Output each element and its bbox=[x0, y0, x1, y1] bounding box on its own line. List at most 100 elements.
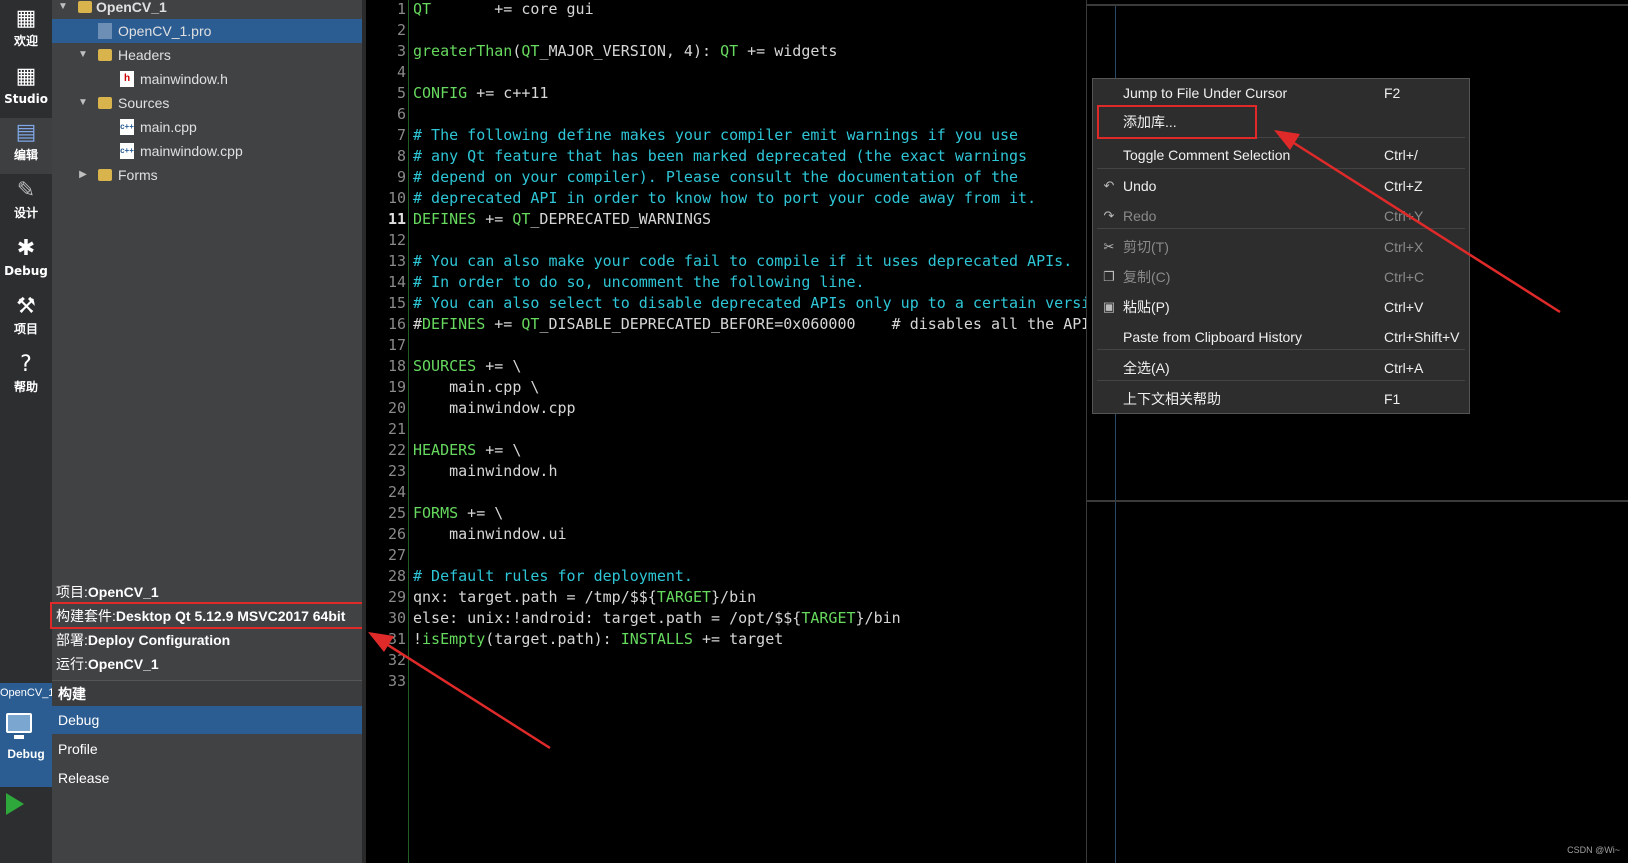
line-number: 13 bbox=[387, 252, 406, 270]
line-number: 20 bbox=[387, 399, 406, 417]
folder-icon bbox=[98, 49, 112, 61]
chevron-down-icon[interactable]: ▼ bbox=[76, 43, 90, 67]
menu-item[interactable]: Toggle Comment Selection Ctrl+/ bbox=[1093, 140, 1469, 170]
mode-label: 项目 bbox=[13, 322, 38, 336]
target-project-value: OpenCV_1 bbox=[87, 584, 159, 600]
target-run-value: OpenCV_1 bbox=[87, 656, 159, 672]
code-line: # In order to do so, uncomment the follo… bbox=[413, 273, 865, 291]
monitor-stand bbox=[14, 735, 24, 739]
chevron-down-icon[interactable]: ▼ bbox=[76, 91, 90, 115]
watermark: CSDN @Wi~ bbox=[1567, 845, 1620, 855]
mode-projects[interactable]: ⚒ 项目 bbox=[0, 292, 52, 348]
menu-item-shortcut: Ctrl+X bbox=[1384, 239, 1424, 255]
code-line: qnx: target.path = /tmp/$${TARGET}/bin bbox=[413, 588, 757, 606]
tree-label: Headers bbox=[118, 47, 171, 63]
menu-item-label: 上下文相关帮助 bbox=[1123, 391, 1221, 407]
redo-icon: ↷ bbox=[1103, 208, 1115, 223]
menu-item[interactable]: ↶ Undo Ctrl+Z bbox=[1093, 171, 1469, 201]
menu-item-shortcut: F1 bbox=[1384, 391, 1401, 407]
cpp-file-icon: c++ bbox=[120, 119, 134, 135]
mode-design[interactable]: ✎ 设计 bbox=[0, 176, 52, 232]
menu-item-label: 复制(C) bbox=[1123, 269, 1171, 285]
tree-label: main.cpp bbox=[140, 119, 197, 135]
line-number: 27 bbox=[387, 546, 406, 564]
tree-item-forms[interactable]: ▶ Forms bbox=[52, 163, 362, 187]
target-project: 项目:OpenCV_1 bbox=[56, 580, 159, 604]
tree-item-sources[interactable]: ▼ Sources bbox=[52, 91, 362, 115]
line-number: 3 bbox=[396, 42, 406, 60]
document-icon: ▤ bbox=[15, 120, 37, 145]
menu-item[interactable]: Paste from Clipboard History Ctrl+Shift+V bbox=[1093, 322, 1469, 352]
grid-icon: ▦ bbox=[15, 6, 37, 31]
target-deploy[interactable]: 部署:Deploy Configuration bbox=[56, 628, 230, 652]
pro-file-icon bbox=[98, 23, 112, 39]
mode-help[interactable]: ? 帮助 bbox=[0, 350, 52, 406]
line-number: 11 bbox=[387, 210, 406, 228]
tree-item-pro-file[interactable]: OpenCV_1.pro bbox=[52, 19, 362, 43]
line-number: 14 bbox=[387, 273, 406, 291]
tree-item-project[interactable]: ▼ OpenCV_1 bbox=[52, 0, 362, 19]
line-number: 19 bbox=[387, 378, 406, 396]
target-project-label: 项目: bbox=[56, 584, 88, 600]
tree-item-header-file[interactable]: h mainwindow.h bbox=[52, 67, 362, 91]
code-line: !isEmpty(target.path): INSTALLS += targe… bbox=[413, 630, 784, 648]
run-icon[interactable] bbox=[6, 793, 24, 815]
menu-item[interactable]: ▣ 粘贴(P) Ctrl+V bbox=[1093, 292, 1469, 322]
chevron-right-icon[interactable]: ▶ bbox=[76, 163, 90, 187]
annotation-box-kit bbox=[50, 602, 364, 629]
build-option-debug[interactable]: Debug bbox=[52, 706, 366, 734]
mode-label: Debug bbox=[4, 264, 48, 278]
code-line: else: unix:!android: target.path = /opt/… bbox=[413, 609, 901, 627]
menu-item[interactable]: ✂ 剪切(T) Ctrl+X bbox=[1093, 232, 1469, 262]
line-number: 33 bbox=[387, 672, 406, 690]
undo-icon: ↶ bbox=[1103, 178, 1115, 193]
mode-debug[interactable]: ✱ Debug bbox=[0, 234, 52, 290]
menu-item-label: 剪切(T) bbox=[1123, 239, 1169, 255]
line-number: 31 bbox=[387, 630, 406, 648]
target-run[interactable]: 运行:OpenCV_1 bbox=[56, 652, 159, 676]
bug-icon: ✱ bbox=[16, 236, 36, 261]
code-line: DEFINES += QT_DEPRECATED_WARNINGS bbox=[413, 210, 712, 228]
monitor-icon bbox=[6, 713, 32, 733]
tree-item-main-cpp[interactable]: c++ main.cpp bbox=[52, 115, 362, 139]
mode-label: 设计 bbox=[13, 206, 38, 220]
mode-label: 欢迎 bbox=[13, 34, 38, 48]
help-icon: ? bbox=[20, 352, 32, 377]
line-number: 29 bbox=[387, 588, 406, 606]
code-line: # You can also select to disable depreca… bbox=[413, 294, 1086, 312]
grid-icon: ▦ bbox=[15, 64, 37, 89]
code-editor[interactable]: QT += core gui greaterThan(QT_MAJOR_VERSI… bbox=[408, 0, 1086, 863]
code-line: HEADERS += \ bbox=[413, 441, 522, 459]
tree-item-mainwindow-cpp[interactable]: c++ mainwindow.cpp bbox=[52, 139, 362, 163]
mode-welcome[interactable]: ▦ 欢迎 bbox=[0, 4, 52, 60]
paste-icon: ▣ bbox=[1102, 299, 1116, 314]
menu-item[interactable]: ❐ 复制(C) Ctrl+C bbox=[1093, 262, 1469, 292]
line-number: 8 bbox=[396, 147, 406, 165]
build-option-profile[interactable]: Profile bbox=[52, 735, 366, 763]
mode-edit[interactable]: ▤ 编辑 bbox=[0, 118, 52, 174]
code-line: # The following define makes your compil… bbox=[413, 126, 1019, 144]
menu-item[interactable]: ↷ Redo Ctrl+Y bbox=[1093, 201, 1469, 231]
line-number: 7 bbox=[396, 126, 406, 144]
menu-item-shortcut: F2 bbox=[1384, 85, 1401, 101]
menu-item[interactable]: 上下文相关帮助 F1 bbox=[1093, 384, 1469, 414]
line-number: 6 bbox=[396, 105, 406, 123]
menu-separator bbox=[1097, 168, 1465, 169]
copy-icon: ❐ bbox=[1103, 269, 1115, 284]
mode-studio[interactable]: ▦ Studio bbox=[0, 62, 52, 118]
line-number: 5 bbox=[396, 84, 406, 102]
line-number: 18 bbox=[387, 357, 406, 375]
menu-item[interactable]: Jump to File Under Cursor F2 bbox=[1093, 78, 1469, 108]
tree-item-headers[interactable]: ▼ Headers bbox=[52, 43, 362, 67]
folder-icon bbox=[98, 169, 112, 181]
menu-item[interactable]: 全选(A) Ctrl+A bbox=[1093, 353, 1469, 383]
code-line: mainwindow.h bbox=[413, 462, 558, 480]
build-option-release[interactable]: Release bbox=[52, 764, 366, 792]
header-file-icon: h bbox=[120, 71, 134, 87]
code-line: # depend on your compiler). Please consu… bbox=[413, 168, 1019, 186]
kit-selector[interactable]: OpenCV_1 Debug bbox=[0, 683, 52, 787]
line-number: 16 bbox=[387, 315, 406, 333]
menu-item-shortcut: Ctrl+Y bbox=[1384, 208, 1424, 224]
annotation-box-add-library bbox=[1097, 105, 1257, 139]
chevron-down-icon[interactable]: ▼ bbox=[56, 0, 70, 19]
